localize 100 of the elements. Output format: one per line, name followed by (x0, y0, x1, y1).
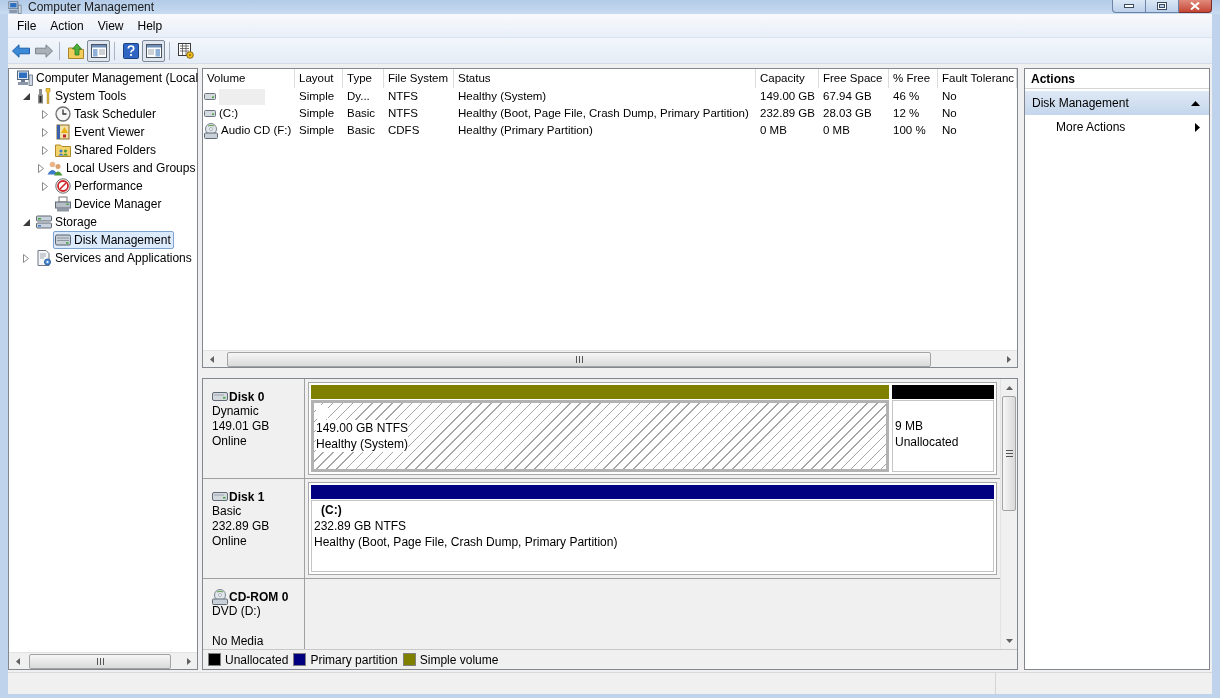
table-cell-text: Simple (298, 106, 336, 121)
pane-right-icon (145, 43, 162, 58)
table-cell-text: 67.94 GB (822, 89, 873, 104)
minimize-button[interactable] (1112, 0, 1146, 13)
grip-icon (1005, 450, 1013, 457)
scrollbar-thumb[interactable] (1002, 396, 1016, 511)
table-cell-text: (C:) (219, 106, 239, 121)
hard-drive-icon (212, 492, 228, 501)
scrollbar-thumb[interactable] (227, 351, 931, 367)
table-cell-text: Healthy (Boot, Page File, Crash Dump, Primary Partition) (457, 106, 750, 121)
disk-type: Basic (212, 504, 242, 519)
prohibited-sign-icon (55, 178, 71, 194)
disk-type: DVD (D:) (212, 604, 261, 619)
column-header[interactable]: % Free (889, 69, 938, 88)
tree-item[interactable]: Storage (34, 213, 101, 231)
collapsed-triangle-icon[interactable] (38, 163, 44, 173)
restore-icon (1157, 2, 1167, 10)
arrow-left-icon (11, 43, 30, 58)
tree-item[interactable]: Local Users and Groups (45, 159, 199, 177)
disk-name: Disk 1 (229, 488, 265, 506)
grip-icon (96, 657, 104, 665)
table-cell-text: Healthy (Primary Partition) (457, 123, 594, 138)
action-item[interactable]: More Actions (1025, 117, 1209, 137)
collapsed-triangle-icon[interactable] (42, 181, 48, 191)
disk-size: 149.01 GB (212, 419, 270, 434)
triangle-left-icon (209, 355, 214, 363)
legend-label: Unallocated (225, 651, 289, 669)
close-icon (1190, 2, 1200, 10)
disk-drive-icon (55, 232, 71, 248)
tree-item[interactable]: Event Viewer (53, 123, 148, 141)
disk-size: 232.89 GB (212, 519, 270, 534)
tree-item[interactable]: Task Scheduler (53, 105, 160, 123)
partition-box[interactable]: (C:) 232.89 GB NTFS Healthy (Boot, Page File, Crash Dump, Primary Partition) (311, 500, 994, 572)
collapsed-triangle-icon[interactable] (42, 127, 48, 137)
table-cell-text: 0 MB (759, 123, 788, 138)
table-cell-text: 12 % (892, 106, 921, 121)
scrollbar-thumb[interactable] (29, 653, 171, 669)
column-header[interactable]: Free Space (819, 69, 889, 88)
document-badge-icon (36, 250, 52, 266)
triangle-left-icon (15, 657, 20, 665)
triangle-up-icon (1005, 385, 1013, 390)
tree-item[interactable]: System Tools (34, 87, 130, 105)
triangle-right-icon (186, 657, 191, 665)
column-header[interactable]: Capacity (756, 69, 819, 88)
collapsed-triangle-icon[interactable] (23, 253, 29, 263)
column-header[interactable]: Type (343, 69, 384, 88)
table-cell-text: Healthy (System) (457, 89, 548, 104)
table-cell-text: CDFS (387, 123, 421, 138)
tree-item[interactable]: Computer Management (Local (15, 69, 202, 87)
table-cell-text: 0 MB (822, 123, 851, 138)
close-button[interactable] (1179, 0, 1212, 13)
table-cell-text: NTFS (387, 106, 420, 121)
expanded-triangle-icon[interactable] (22, 92, 30, 100)
clock-icon (55, 106, 71, 122)
partition-box[interactable]: 9 MB Unallocated (892, 400, 994, 472)
action-pane-button[interactable] (142, 39, 165, 62)
caret-up-icon[interactable] (1191, 100, 1200, 106)
hard-drive-icon (212, 392, 228, 401)
partition-text: Healthy (Boot, Page File, Crash Dump, Primary Partition) (314, 534, 618, 550)
action-section-header[interactable]: Disk Management (1025, 91, 1209, 115)
tree-item[interactable]: Disk Management (53, 231, 174, 249)
column-header[interactable]: Volume (203, 69, 295, 88)
help-icon (122, 42, 139, 59)
table-cell-text: 28.03 GB (822, 106, 873, 121)
triangle-right-icon (1006, 355, 1011, 363)
legend-label: Primary partition (310, 651, 398, 669)
column-header[interactable]: Status (454, 69, 756, 88)
disk-name: Disk 0 (229, 388, 265, 406)
minimize-icon (1124, 4, 1134, 8)
folder-up-icon (67, 42, 84, 59)
users-icon (47, 160, 63, 176)
partition-box[interactable]: 149.00 GB NTFS Healthy (System) (311, 400, 889, 472)
column-header[interactable]: File System (384, 69, 454, 88)
column-header[interactable]: Fault Toleranc (938, 69, 1017, 88)
triangle-down-icon (1005, 638, 1013, 643)
column-header[interactable]: Layout (295, 69, 343, 88)
collapsed-triangle-icon[interactable] (42, 109, 48, 119)
shared-folder-icon (55, 142, 71, 158)
maximize-button[interactable] (1146, 0, 1179, 13)
collapsed-triangle-icon[interactable] (42, 145, 48, 155)
tree-item[interactable]: Services and Applications (34, 249, 195, 267)
disk-type: Dynamic (212, 404, 259, 419)
table-cell-text: No (941, 89, 958, 104)
disk-status: No Media (212, 634, 264, 649)
console-tree-button[interactable] (87, 39, 110, 62)
partition-text: Healthy (System) (316, 436, 409, 452)
log-book-icon (55, 124, 71, 140)
table-cell-text: 232.89 GB (759, 106, 816, 121)
menu-item[interactable]: Help (130, 15, 170, 36)
actions-heading: Actions (1031, 70, 1075, 88)
expanded-triangle-icon[interactable] (22, 218, 30, 226)
printer-icon (55, 196, 71, 212)
menu-item[interactable]: View (90, 15, 131, 36)
table-cell-text: Basic (346, 106, 377, 121)
menu-item[interactable]: Action (43, 15, 91, 36)
computer-icon (17, 70, 33, 86)
tree-item[interactable]: Device Manager (53, 195, 165, 213)
menu-item[interactable]: File (10, 15, 44, 36)
tree-item[interactable]: Performance (53, 177, 146, 195)
tree-item[interactable]: Shared Folders (53, 141, 160, 159)
